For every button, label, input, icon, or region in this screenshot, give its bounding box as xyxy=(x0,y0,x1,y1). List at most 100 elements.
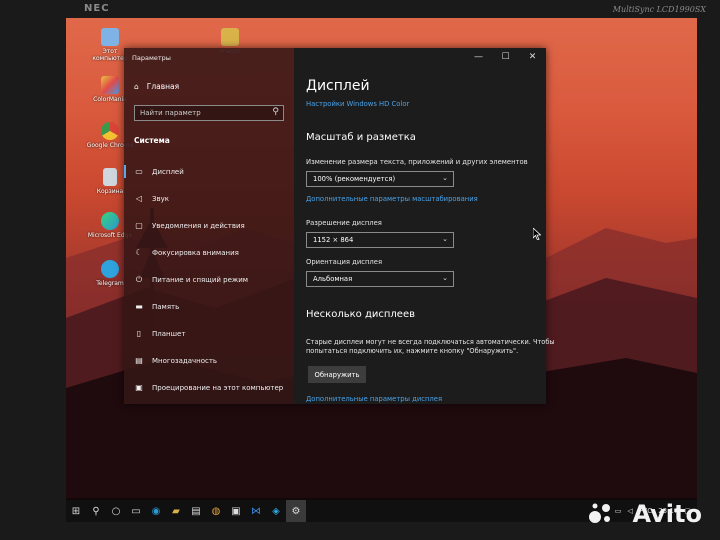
chrome-icon: ◍ xyxy=(211,505,221,517)
sidebar-item-projecting[interactable]: ▣ Проецирование на этот компьютер xyxy=(124,374,294,401)
settings-sidebar: Параметры ⌂ Главная Найти параметр ⚲ Сис… xyxy=(124,48,294,404)
taskbar-store[interactable]: ▤ xyxy=(186,500,206,522)
cortana-button[interactable]: ○ xyxy=(106,500,126,522)
chevron-down-icon: ⌄ xyxy=(442,174,448,182)
home-link[interactable]: ⌂ Главная xyxy=(134,82,179,91)
taskbar-edge[interactable]: ◉ xyxy=(146,500,166,522)
sidebar-item-label: Фокусировка внимания xyxy=(152,248,239,257)
monitor-bezel: NEC MultiSync LCD1990SX Этот компьютер i… xyxy=(0,0,720,540)
windows-icon: ⊞ xyxy=(71,505,81,517)
telegram-icon: ◈ xyxy=(272,505,280,517)
sidebar-item-label: Дисплей xyxy=(152,167,184,176)
cortana-icon: ○ xyxy=(111,505,121,517)
sidebar-section-heading: Система xyxy=(134,136,170,145)
sidebar-item-label: Уведомления и действия xyxy=(152,221,245,230)
advanced-scaling-link[interactable]: Дополнительные параметры масштабирования xyxy=(306,195,478,203)
speaker-icon: ◁ xyxy=(135,194,143,203)
desktop-icon-label: Корзина xyxy=(96,188,124,195)
sidebar-item-multitasking[interactable]: ▤ Многозадачность xyxy=(124,347,294,374)
close-button[interactable]: ✕ xyxy=(519,48,546,66)
close-icon: ✕ xyxy=(528,52,537,62)
resolution-label: Разрешение дисплея xyxy=(306,219,382,227)
project-icon: ▣ xyxy=(135,383,143,392)
monitor-icon: ▭ xyxy=(135,167,143,176)
monitor-model: MultiSync LCD1990SX xyxy=(612,5,706,14)
vscode-icon: ⋈ xyxy=(251,505,261,517)
moon-icon: ☾ xyxy=(135,248,143,257)
sidebar-item-tablet[interactable]: ▯ Планшет xyxy=(124,320,294,347)
sidebar-item-label: Многозадачность xyxy=(152,356,218,365)
taskbar-explorer[interactable]: ▰ xyxy=(166,500,186,522)
scale-dropdown[interactable]: 100% (рекомендуется) ⌄ xyxy=(306,171,454,187)
orientation-dropdown[interactable]: Альбомная ⌄ xyxy=(306,271,454,287)
notification-icon: ▢ xyxy=(135,221,143,230)
recycle-bin-icon xyxy=(103,168,117,186)
resolution-value: 1152 × 864 xyxy=(313,236,354,244)
window-title: Параметры xyxy=(132,54,171,62)
start-button[interactable]: ⊞ xyxy=(66,500,86,522)
scale-label: Изменение размера текста, приложений и д… xyxy=(306,158,528,166)
advanced-display-link[interactable]: Дополнительные параметры дисплея xyxy=(306,395,442,403)
sidebar-item-label: Звук xyxy=(152,194,169,203)
chevron-down-icon: ⌄ xyxy=(442,235,448,243)
maximize-icon: ☐ xyxy=(501,52,510,62)
page-title: Дисплей xyxy=(306,78,370,94)
search-icon[interactable]: ⚲ xyxy=(272,107,279,117)
taskbar-settings[interactable]: ⚙ xyxy=(286,500,306,522)
taskbar-vscode[interactable]: ⋈ xyxy=(246,500,266,522)
monitor-brand: NEC xyxy=(84,3,110,14)
network-icon[interactable]: ▭ xyxy=(615,507,622,515)
orientation-value: Альбомная xyxy=(313,275,353,283)
sidebar-item-storage[interactable]: ▬ Память xyxy=(124,293,294,320)
taskbar-search-button[interactable]: ⚲ xyxy=(86,500,106,522)
mouse-cursor xyxy=(533,228,541,240)
search-placeholder: Найти параметр xyxy=(140,109,201,117)
taskbar-app[interactable]: ▣ xyxy=(226,500,246,522)
colormania-icon xyxy=(101,76,119,94)
sidebar-item-focus[interactable]: ☾ Фокусировка внимания xyxy=(124,239,294,266)
folder-icon: ▰ xyxy=(172,505,180,517)
scale-value: 100% (рекомендуется) xyxy=(313,175,396,183)
edge-icon xyxy=(101,212,119,230)
minimize-button[interactable]: — xyxy=(465,48,492,66)
store-icon: ▤ xyxy=(191,505,201,517)
sidebar-item-notifications[interactable]: ▢ Уведомления и действия xyxy=(124,212,294,239)
window-controls: — ☐ ✕ xyxy=(465,48,546,66)
task-view-icon: ▭ xyxy=(131,505,141,517)
computer-icon xyxy=(101,28,119,46)
taskbar-chrome[interactable]: ◍ xyxy=(206,500,226,522)
resolution-dropdown[interactable]: 1152 × 864 ⌄ xyxy=(306,232,454,248)
sidebar-item-label: Память xyxy=(152,302,180,311)
sidebar-item-label: Проецирование на этот компьютер xyxy=(152,383,284,392)
search-icon: ⚲ xyxy=(92,505,100,517)
power-icon: ⏻ xyxy=(135,274,143,284)
maximize-button[interactable]: ☐ xyxy=(492,48,519,66)
tablet-icon: ▯ xyxy=(136,329,142,338)
chevron-down-icon: ⌄ xyxy=(442,274,448,282)
sidebar-item-sound[interactable]: ◁ Звук xyxy=(124,185,294,212)
settings-search-input[interactable]: Найти параметр ⚲ xyxy=(134,105,284,121)
detect-button[interactable]: Обнаружить xyxy=(308,366,366,383)
orientation-label: Ориентация дисплея xyxy=(306,258,383,266)
desktop-icon-label: Этот компьютер xyxy=(92,48,128,62)
telegram-icon xyxy=(101,260,119,278)
desktop-icon-label: Telegram xyxy=(96,280,124,287)
multitask-icon: ▤ xyxy=(135,356,143,365)
edge-icon: ◉ xyxy=(151,505,161,517)
task-view-button[interactable]: ▭ xyxy=(126,500,146,522)
chrome-icon xyxy=(101,122,119,140)
taskbar-telegram[interactable]: ◈ xyxy=(266,500,286,522)
sidebar-item-label: Питание и спящий режим xyxy=(152,275,249,284)
app-icon: ▣ xyxy=(231,505,241,517)
sidebar-item-power[interactable]: ⏻ Питание и спящий режим xyxy=(124,266,294,293)
gear-icon: ⚙ xyxy=(291,505,301,517)
settings-window: Параметры ⌂ Главная Найти параметр ⚲ Сис… xyxy=(124,48,555,404)
multi-display-heading: Несколько дисплеев xyxy=(306,309,415,320)
sidebar-item-display[interactable]: ▭ Дисплей xyxy=(124,158,294,185)
settings-content: — ☐ ✕ Дисплей Настройки Windows HD Color… xyxy=(294,48,555,404)
sidebar-item-label: Планшет xyxy=(152,329,186,338)
multi-display-text: Старые дисплеи могут не всегда подключат… xyxy=(306,338,555,355)
avito-logo-dots xyxy=(589,503,610,523)
home-label: Главная xyxy=(146,82,180,91)
hd-color-link[interactable]: Настройки Windows HD Color xyxy=(306,100,409,108)
